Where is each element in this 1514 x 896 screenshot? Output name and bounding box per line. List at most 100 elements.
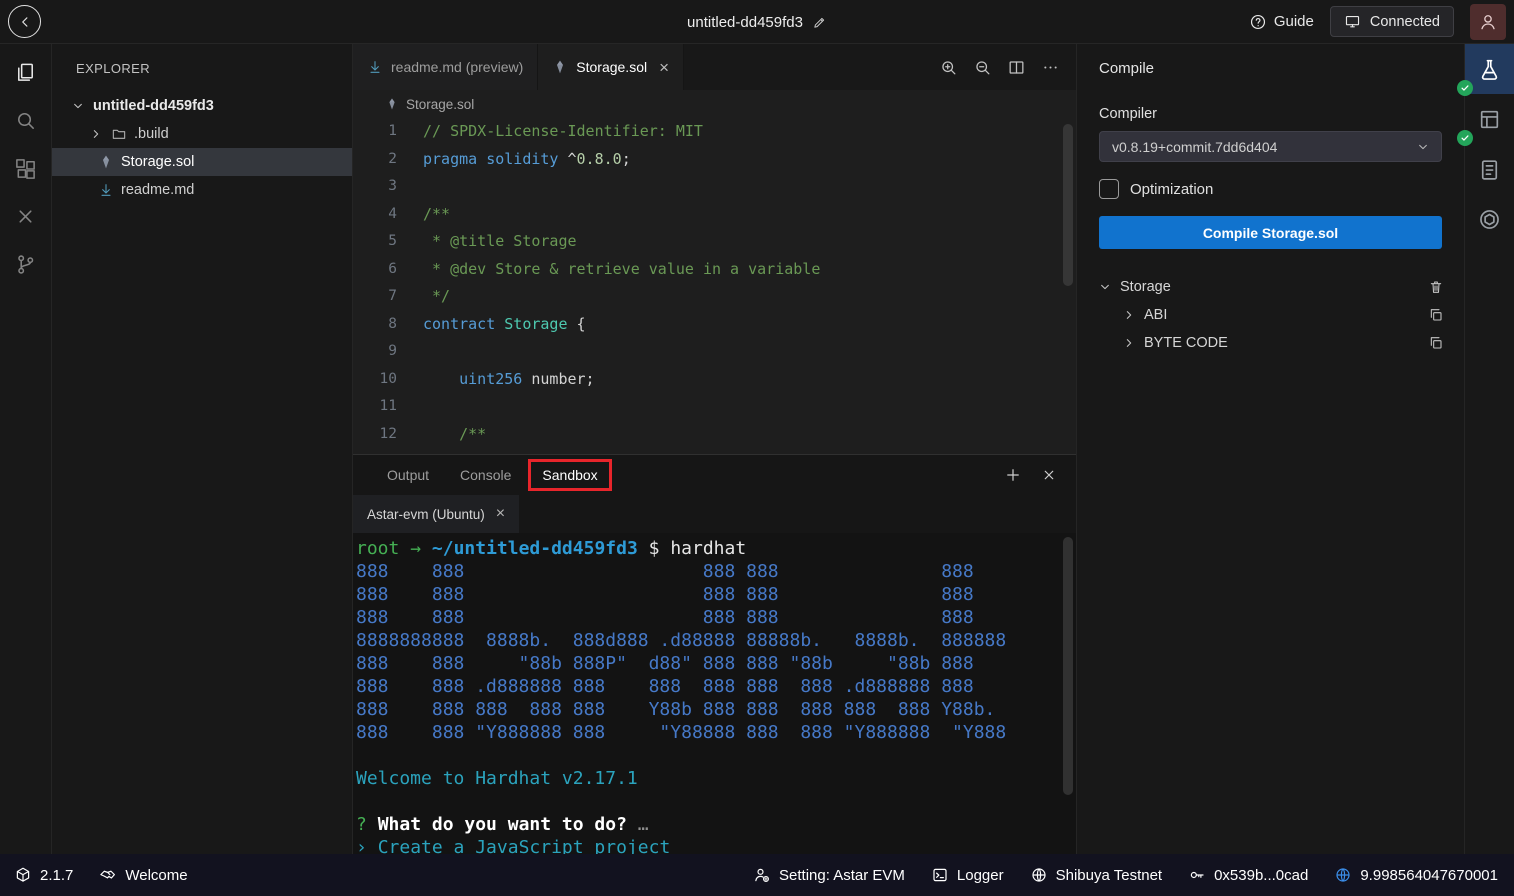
status-item-label: Welcome xyxy=(125,867,187,884)
code-text: contract Storage { xyxy=(423,311,586,339)
panel-tab-sandbox-highlighted[interactable]: Sandbox xyxy=(528,459,611,491)
zoom-in-icon[interactable] xyxy=(939,58,958,77)
compiler-version-value: v0.8.19+commit.7dd6d404 xyxy=(1112,139,1277,155)
terminal-line: 888 888 .d888888 888 888 888 888 888 .d8… xyxy=(356,675,1076,698)
compiler-version-select[interactable]: v0.8.19+commit.7dd6d404 xyxy=(1099,131,1442,162)
line-number: 9 xyxy=(353,338,423,366)
panel-tab-output[interactable]: Output xyxy=(373,459,443,491)
split-editor-icon[interactable] xyxy=(1007,58,1026,77)
logger-icon xyxy=(931,866,949,884)
activity-item-close[interactable] xyxy=(0,192,52,240)
status-check-badge xyxy=(1457,80,1473,96)
code-line: 3 xyxy=(353,173,1076,201)
panel-tab-console[interactable]: Console xyxy=(446,459,525,491)
code-editor[interactable]: 1// SPDX-License-Identifier: MIT2pragma … xyxy=(353,118,1076,454)
line-number: 12 xyxy=(353,421,423,449)
monitor-icon xyxy=(1344,13,1361,30)
status-item-0x539b-0cad[interactable]: 0x539b...0cad xyxy=(1188,866,1308,884)
file-tree: untitled-dd459fd3 .buildStorage.sol readme… xyxy=(52,92,352,204)
compile-tree-byte-code[interactable]: BYTE CODE xyxy=(1077,329,1464,357)
code-text: pragma solidity ^0.8.0; xyxy=(423,146,631,174)
optimization-row: Optimization xyxy=(1099,179,1442,199)
plugin-item-query[interactable] xyxy=(1465,144,1514,194)
back-button[interactable] xyxy=(8,5,41,38)
terminal-line: root → ~/untitled-dd459fd3 $ hardhat xyxy=(356,537,1076,560)
status-item-logger[interactable]: Logger xyxy=(931,866,1004,884)
panel-tabs: OutputConsoleSandbox xyxy=(373,459,612,491)
activity-item-explorer[interactable] xyxy=(0,48,52,96)
line-number: 6 xyxy=(353,256,423,284)
chevron-right-icon xyxy=(1121,307,1137,323)
activity-item-extensions[interactable] xyxy=(0,144,52,192)
files-icon xyxy=(14,61,37,84)
edit-pencil-icon[interactable] xyxy=(812,15,827,30)
status-item-9-998564047670001[interactable]: 9.998564047670001 xyxy=(1334,866,1498,884)
editor-scrollbar[interactable] xyxy=(1063,124,1073,286)
extensions-icon xyxy=(14,157,37,180)
plugin-item-deploy-interact[interactable] xyxy=(1465,94,1514,144)
tree-item-label: readme.md xyxy=(121,182,194,198)
tree-item-build[interactable]: .build xyxy=(52,120,352,148)
bottom-panel: OutputConsoleSandbox Astar-evm (Ubuntu) … xyxy=(353,454,1076,854)
terminal[interactable]: root → ~/untitled-dd459fd3 $ hardhat 888 … xyxy=(353,533,1076,854)
copy-icon[interactable] xyxy=(1428,335,1444,351)
terminal-line: 8888888888 8888b. 888d888 .d88888 88888b… xyxy=(356,629,1076,652)
code-text: /** xyxy=(423,421,486,449)
person-gear-icon xyxy=(753,866,771,884)
compile-tree-abi[interactable]: ABI xyxy=(1077,301,1464,329)
activity-item-search[interactable] xyxy=(0,96,52,144)
close-icon[interactable] xyxy=(1040,466,1058,484)
back-arrow-icon xyxy=(16,13,34,31)
app-window: untitled-dd459fd3 Guide Connected EXPLOR… xyxy=(0,0,1514,896)
editor-tab-readme-md-preview[interactable]: readme.md (preview) xyxy=(353,44,538,90)
code-text xyxy=(423,173,432,201)
zoom-out-icon[interactable] xyxy=(973,58,992,77)
plugin-item-ai-assistant[interactable] xyxy=(1465,194,1514,244)
explorer-header: EXPLORER xyxy=(52,44,352,92)
code-line: 1// SPDX-License-Identifier: MIT xyxy=(353,118,1076,146)
solidity-icon xyxy=(98,154,114,170)
terminal-tab-close-icon[interactable]: × xyxy=(496,506,505,522)
optimization-checkbox[interactable] xyxy=(1099,179,1119,199)
topbar-right: Guide Connected xyxy=(1249,4,1514,40)
status-item-shibuya-testnet[interactable]: Shibuya Testnet xyxy=(1030,866,1162,884)
status-item-2-1-7[interactable]: 2.1.7 xyxy=(14,866,73,884)
more-icon[interactable] xyxy=(1041,58,1060,77)
trash-icon[interactable] xyxy=(1428,279,1444,295)
code-text: * @dev Store & retrieve value in a varia… xyxy=(423,256,820,284)
compile-tree-storage[interactable]: Storage xyxy=(1077,273,1464,301)
breadcrumb-label: Storage.sol xyxy=(406,97,474,112)
tree-root-folder[interactable]: untitled-dd459fd3 xyxy=(52,92,352,120)
activity-bar-right xyxy=(1464,44,1514,854)
guide-button[interactable]: Guide xyxy=(1249,13,1314,31)
status-item-setting-astar-evm[interactable]: Setting: Astar EVM xyxy=(753,866,905,884)
status-item-welcome[interactable]: Welcome xyxy=(99,866,187,884)
code-line: 7 */ xyxy=(353,283,1076,311)
code-line: 10 uint256 number; xyxy=(353,366,1076,394)
chevron-right-icon xyxy=(1121,335,1137,351)
tab-close-icon[interactable]: × xyxy=(659,59,669,76)
openai-icon xyxy=(1477,207,1502,232)
connected-button[interactable]: Connected xyxy=(1330,6,1454,37)
compile-tree-label: BYTE CODE xyxy=(1144,335,1228,351)
avatar[interactable] xyxy=(1470,4,1506,40)
breadcrumb[interactable]: Storage.sol xyxy=(353,90,1076,118)
plus-icon[interactable] xyxy=(1004,466,1022,484)
code-line: 8contract Storage { xyxy=(353,311,1076,339)
tree-item-storage-sol[interactable]: Storage.sol xyxy=(52,148,352,176)
plugin-item-compile[interactable] xyxy=(1465,44,1514,94)
code-line: 2pragma solidity ^0.8.0; xyxy=(353,146,1076,174)
compile-button[interactable]: Compile Storage.sol xyxy=(1099,216,1442,249)
tree-item-readme-md[interactable]: readme.md xyxy=(52,176,352,204)
tree-root-label: untitled-dd459fd3 xyxy=(93,98,214,114)
activity-item-source-control[interactable] xyxy=(0,240,52,288)
solidity-icon xyxy=(552,59,568,75)
chevron-down-icon xyxy=(1097,279,1113,295)
editor-tab-storage-sol[interactable]: Storage.sol × xyxy=(538,44,684,90)
terminal-tab-astar-evm[interactable]: Astar-evm (Ubuntu) × xyxy=(353,495,519,533)
editor-tab-label: Storage.sol xyxy=(576,59,647,75)
compiler-label: Compiler xyxy=(1099,106,1442,122)
copy-icon[interactable] xyxy=(1428,307,1444,323)
chevron-down-icon xyxy=(70,98,86,114)
terminal-scrollbar[interactable] xyxy=(1063,537,1073,795)
